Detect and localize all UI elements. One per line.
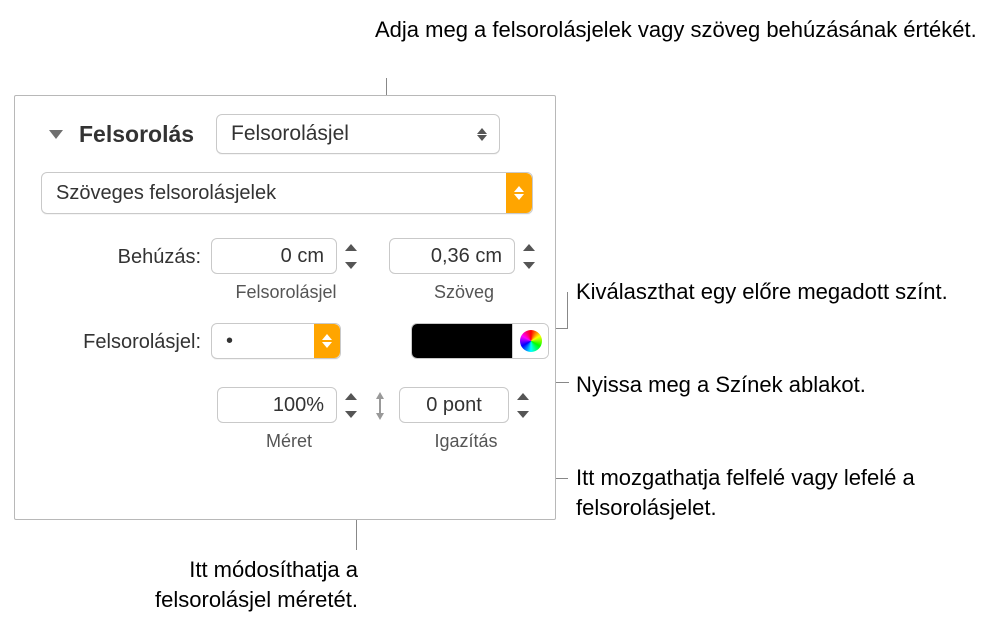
callout-bullet-size: Itt módosíthatja a felsorolásjel méretét… [106,555,358,614]
bullet-indent-group: 0 cm Felsorolásjel [211,238,361,303]
bullet-char-popup[interactable]: • [211,323,341,359]
callout-move-bullet: Itt mozgathatja felfelé vagy lefelé a fe… [576,463,993,522]
popup-arrows-icon [506,173,532,213]
stepper-down-icon[interactable] [513,405,533,423]
bullets-panel: Felsorolás Felsorolásjel Szöveges felsor… [14,95,556,520]
stepper-down-icon[interactable] [519,256,539,274]
bullet-char-controls: • [211,323,549,359]
align-sublabel: Igazítás [434,431,497,452]
disclosure-triangle-icon[interactable] [49,130,63,139]
stepper-up-icon[interactable] [519,238,539,256]
align-group: 0 pont Igazítás [399,387,533,452]
text-indent-field[interactable]: 0,36 cm [389,238,515,274]
bullet-char-row: Felsorolásjel: • [41,323,531,359]
section-header-row: Felsorolás Felsorolásjel [49,114,531,154]
size-sublabel: Méret [266,431,312,452]
bullet-style-value: Felsorolásjel [231,122,349,146]
stepper-arrows[interactable] [519,238,539,276]
bullet-type-value: Szöveges felsorolásjelek [56,182,506,205]
leader-line [567,292,568,329]
align-field[interactable]: 0 pont [399,387,509,423]
bullet-indent-sublabel: Felsorolásjel [235,282,336,303]
stepper-arrows[interactable] [341,387,361,425]
stepper-down-icon[interactable] [341,256,361,274]
bullet-char-label: Felsorolásjel: [41,323,211,354]
bullet-char-value: • [226,330,314,353]
callout-open-colors: Nyissa meg a Színek ablakot. [576,370,866,400]
size-align-row: 100% Méret 0 pont Igazítás [217,387,531,452]
bullet-indent-stepper[interactable]: 0 cm [211,238,361,276]
section-title: Felsorolás [79,121,194,148]
indent-label: Behúzás: [41,238,211,269]
callout-preset-color: Kiválaszthat egy előre megadott színt. [576,277,948,307]
stepper-arrows[interactable] [341,238,361,276]
bullet-style-popup[interactable]: Felsorolásjel [216,114,500,154]
size-stepper[interactable]: 100% [217,387,361,425]
callout-indent: Adja meg a felsorolásjelek vagy szöveg b… [375,15,977,45]
size-group: 100% Méret [217,387,361,452]
vertical-arrow-icon [373,387,387,425]
color-well[interactable] [412,324,512,358]
popup-arrows-icon [477,128,487,141]
stepper-up-icon[interactable] [341,387,361,405]
indent-row: Behúzás: 0 cm Felsorolásjel 0,36 cm Szöv… [41,238,531,303]
color-wheel-icon [520,330,542,352]
stepper-arrows[interactable] [513,387,533,425]
stepper-up-icon[interactable] [341,238,361,256]
stepper-up-icon[interactable] [513,387,533,405]
bullet-type-popup[interactable]: Szöveges felsorolásjelek [41,172,533,214]
text-indent-group: 0,36 cm Szöveg [389,238,539,303]
text-indent-stepper[interactable]: 0,36 cm [389,238,539,276]
align-stepper[interactable]: 0 pont [399,387,533,425]
color-picker-button[interactable] [512,324,548,358]
size-field[interactable]: 100% [217,387,337,423]
popup-arrows-icon [314,324,340,358]
color-controls [411,323,549,359]
stepper-down-icon[interactable] [341,405,361,423]
bullet-indent-field[interactable]: 0 cm [211,238,337,274]
text-indent-sublabel: Szöveg [434,282,494,303]
